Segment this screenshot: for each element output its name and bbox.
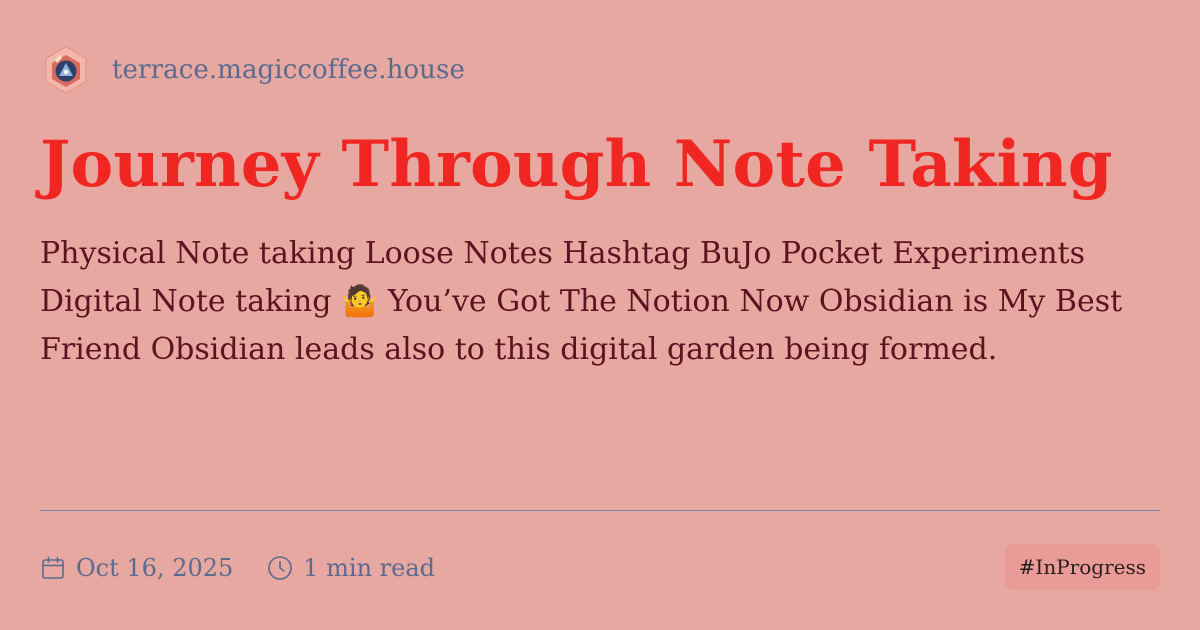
divider [40, 510, 1160, 511]
calendar-icon [40, 555, 66, 581]
publish-date: Oct 16, 2025 [40, 554, 233, 582]
site-header: terrace.magiccoffee.house [40, 44, 465, 96]
clock-icon [267, 555, 293, 581]
tag-inprogress[interactable]: #InProgress [1004, 544, 1160, 590]
page-title: Journey Through Note Taking [40, 127, 1113, 202]
post-meta: Oct 16, 2025 1 min read [40, 548, 435, 588]
read-time-text: 1 min read [303, 554, 436, 582]
date-text: Oct 16, 2025 [76, 554, 234, 582]
hexagon-logo-icon[interactable] [40, 44, 92, 96]
read-time: 1 min read [267, 554, 435, 582]
site-name[interactable]: terrace.magiccoffee.house [112, 55, 465, 85]
description: Physical Note taking Loose Notes Hashtag… [40, 236, 1123, 367]
